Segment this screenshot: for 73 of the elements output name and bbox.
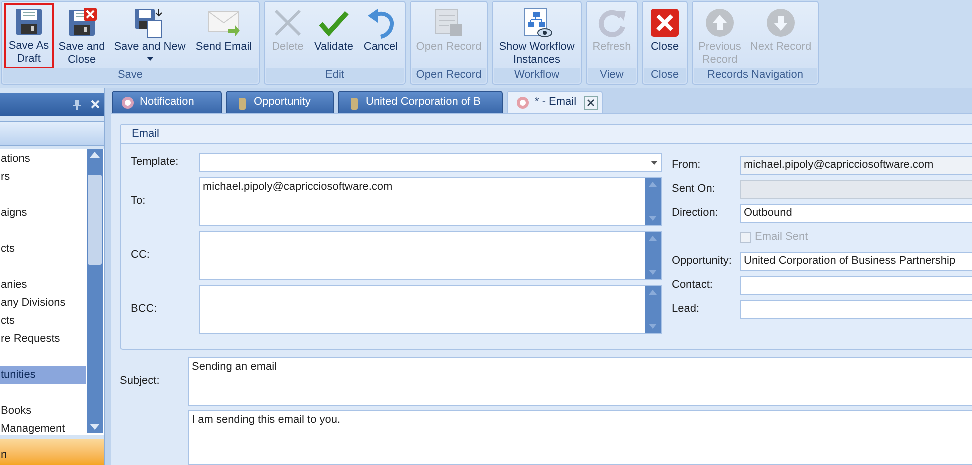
group-label: Edit (266, 68, 404, 83)
field-label: CC: (131, 248, 151, 264)
scrollbar[interactable] (645, 178, 661, 225)
nav-item[interactable]: re Requests (0, 330, 86, 348)
scroll-down-icon[interactable] (90, 424, 100, 430)
scroll-down-icon (649, 324, 657, 329)
nav-item[interactable]: tunities (0, 366, 86, 384)
nav-item[interactable]: Books (0, 402, 86, 420)
field-label: Subject: (120, 374, 161, 390)
recipient-field[interactable] (199, 231, 662, 280)
recipient-field[interactable] (199, 285, 662, 334)
pin-icon[interactable] (73, 100, 81, 110)
scroll-up-icon (649, 290, 657, 295)
field-label: To: (131, 194, 147, 210)
group-label: View (588, 68, 636, 83)
ribbon-button[interactable]: Validate (310, 4, 358, 57)
nav-item[interactable]: cts (0, 312, 86, 330)
field-label: Lead: (672, 302, 701, 317)
nav-item[interactable]: aigns (0, 204, 86, 222)
scrollbar[interactable] (645, 286, 661, 333)
scroll-up-icon[interactable] (90, 152, 100, 158)
nav-item[interactable]: cts (0, 240, 86, 258)
scrollbar[interactable] (645, 232, 661, 279)
group-label: Workflow (494, 68, 580, 83)
scroll-down-icon (649, 216, 657, 221)
ribbon-button[interactable]: Close (645, 4, 685, 57)
tab[interactable]: United Corporation of B (338, 91, 503, 113)
nav-item[interactable]: ations (0, 150, 86, 168)
text-field[interactable] (740, 276, 972, 294)
field-label: Template: (131, 155, 180, 170)
field-label: Opportunity: (672, 254, 733, 269)
caret-icon (651, 160, 658, 164)
close-icon (649, 7, 681, 39)
template-dropdown[interactable] (199, 153, 662, 172)
ribbon-button[interactable]: Save and New (110, 4, 190, 64)
nav-item[interactable]: anies (0, 276, 86, 294)
text-field[interactable]: michael.pipoly@capricciosoftware.com (740, 156, 972, 174)
recipient-field[interactable]: michael.pipoly@capricciosoftware.com (199, 177, 662, 226)
caret-icon (146, 57, 154, 61)
group-title: Email (121, 125, 972, 144)
badge-icon (516, 96, 530, 110)
field-label: Sent On: (672, 182, 716, 197)
field-label: Contact: (672, 278, 714, 293)
x-mark-icon (272, 7, 304, 39)
tab[interactable]: Opportunity (226, 91, 334, 113)
group-label: Close (644, 68, 686, 83)
text-field[interactable] (740, 300, 972, 318)
nav-item[interactable]: Management (0, 420, 86, 435)
checkbox-label: Email Sent (755, 230, 808, 245)
scroll-up-icon (649, 236, 657, 241)
subject-field[interactable]: Sending an email (188, 357, 972, 406)
tab[interactable]: * - Email (507, 91, 603, 113)
group-label: Open Record (412, 68, 486, 83)
field-label: BCC: (131, 302, 158, 318)
text-field[interactable]: United Corporation of Business Partnership (740, 252, 972, 270)
field-label: Direction: (672, 206, 720, 221)
close-icon[interactable] (584, 96, 598, 110)
body-field[interactable]: I am sending this email to you. (188, 410, 972, 465)
nav-bar-item[interactable]: n (0, 438, 104, 465)
group-label: Records Navigation (694, 68, 817, 83)
field-label: From: (672, 158, 702, 173)
badge-icon (121, 96, 135, 110)
tab[interactable]: Notification (112, 91, 222, 113)
scroll-down-icon (649, 270, 657, 275)
nav-item[interactable]: any Divisions (0, 294, 86, 312)
nav-item[interactable]: rs (0, 168, 86, 186)
scroll-thumb[interactable] (88, 174, 102, 265)
ribbon-button[interactable]: Send Email (191, 4, 257, 57)
text-field[interactable]: Outbound (740, 204, 972, 222)
form-cube-icon (433, 7, 465, 39)
scroll-up-icon (649, 182, 657, 187)
group-label: Save (3, 68, 258, 83)
ribbon-button[interactable]: Cancel (359, 4, 403, 57)
